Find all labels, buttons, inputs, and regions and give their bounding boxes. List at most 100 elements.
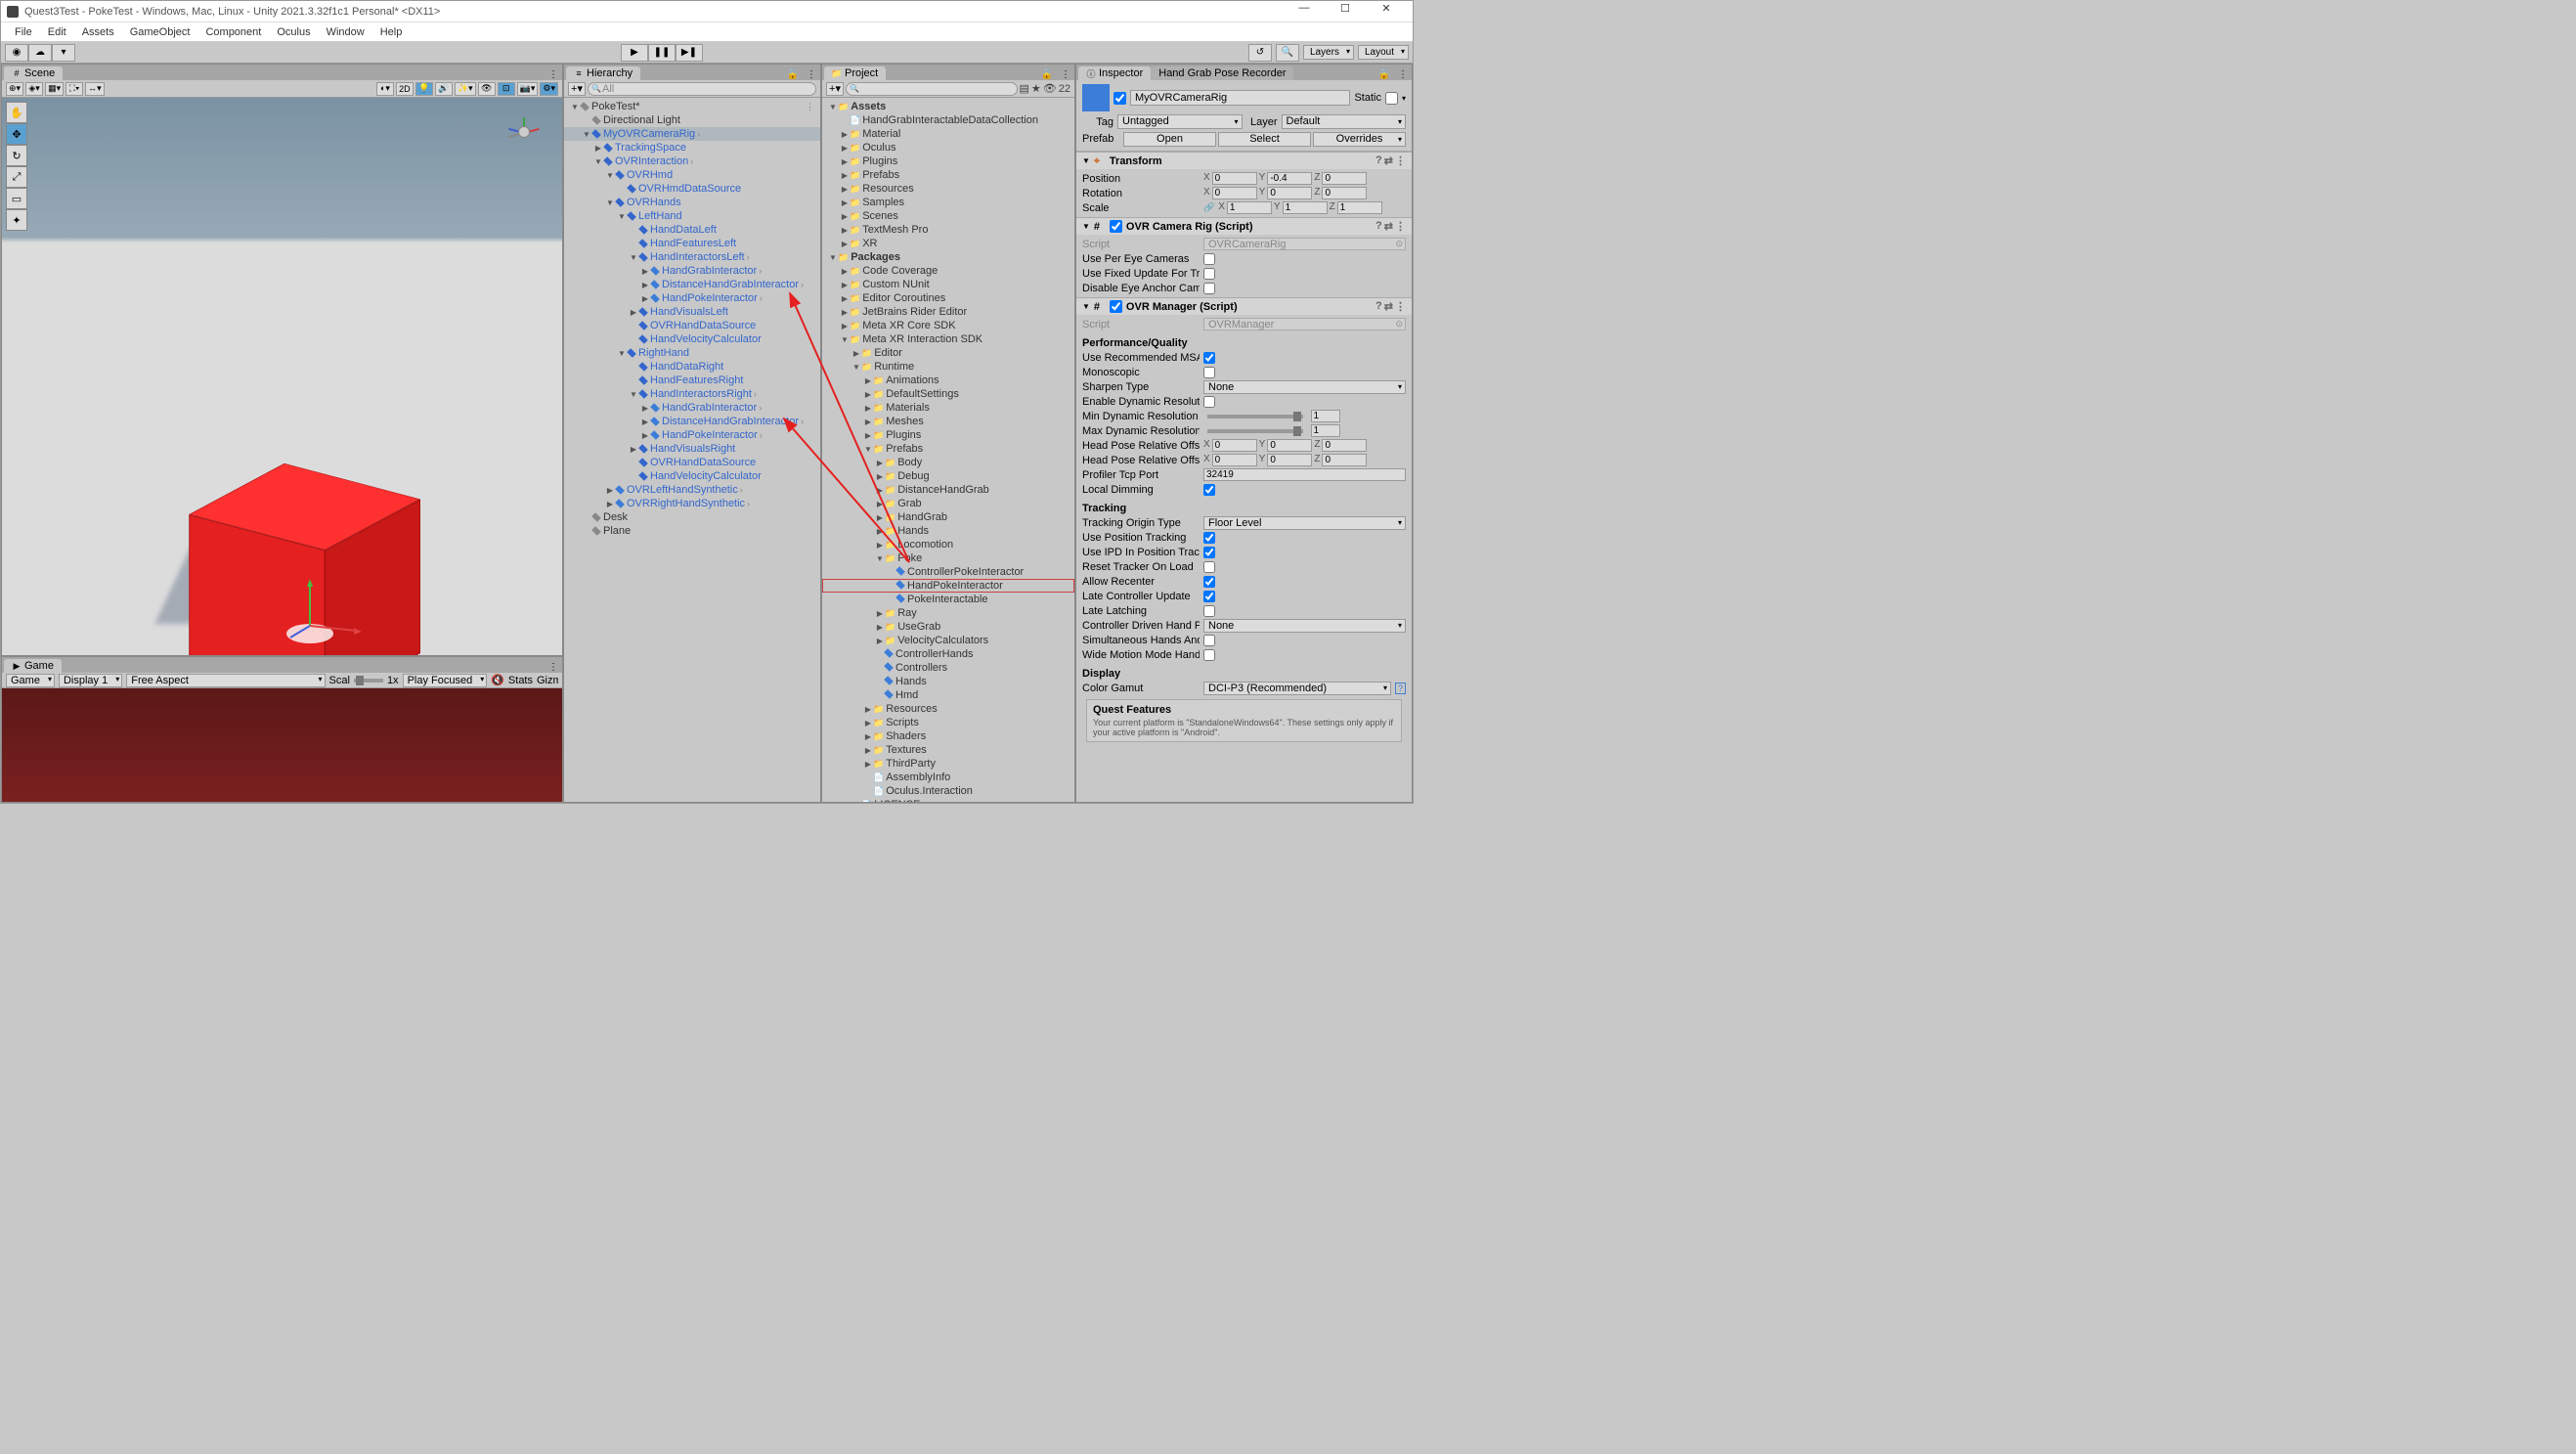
hidden-toggle[interactable]: 👁 (478, 82, 496, 96)
favorites-icon[interactable]: ★ (1031, 82, 1041, 95)
hierarchy-item[interactable]: ▼OVRHands (564, 196, 820, 209)
project-item[interactable]: Hmd (822, 688, 1074, 702)
late-latch-checkbox[interactable] (1203, 605, 1215, 617)
hierarchy-item[interactable]: HandVelocityCalculator (564, 332, 820, 346)
fold-arrow[interactable]: ▶ (863, 376, 873, 385)
menu-component[interactable]: Component (197, 26, 269, 38)
fold-arrow[interactable]: ▼ (629, 390, 638, 399)
fold-arrow[interactable]: ▶ (840, 240, 850, 248)
max-dyn-input[interactable] (1311, 424, 1340, 437)
hierarchy-item[interactable]: ▼OVRInteraction› (564, 154, 820, 168)
menu-icon[interactable]: ⋮ (1395, 300, 1406, 313)
hierarchy-item[interactable]: ▶OVRRightHandSynthetic› (564, 497, 820, 510)
pos-z[interactable] (1322, 172, 1367, 185)
fold-arrow[interactable]: ▶ (840, 198, 850, 207)
hierarchy-item[interactable]: HandDataRight (564, 360, 820, 374)
fold-arrow[interactable]: ▶ (593, 144, 603, 153)
reset-checkbox[interactable] (1203, 561, 1215, 573)
stats-button[interactable]: Stats (508, 675, 533, 686)
lighting-toggle[interactable]: 💡 (415, 82, 433, 96)
pos-y[interactable] (1267, 172, 1312, 185)
hierarchy-item[interactable]: Desk (564, 510, 820, 524)
project-item[interactable]: ▶Debug (822, 469, 1074, 483)
transform-header[interactable]: ▼⌖ Transform ?⇄⋮ (1076, 153, 1412, 169)
panel-lock-icon[interactable]: 🔒 (1037, 69, 1057, 80)
project-item[interactable]: ▼Runtime (822, 360, 1074, 374)
menu-gameobject[interactable]: GameObject (122, 26, 198, 38)
account-button[interactable]: ◉ (5, 44, 28, 62)
move-tool[interactable]: ✥ (6, 123, 27, 145)
hierarchy-item[interactable]: ▶OVRLeftHandSynthetic› (564, 483, 820, 497)
active-checkbox[interactable] (1113, 92, 1126, 105)
fold-arrow[interactable]: ▼ (863, 445, 873, 454)
fold-arrow[interactable]: ▶ (640, 431, 650, 440)
project-item[interactable]: ▶Scenes (822, 209, 1074, 223)
hierarchy-item[interactable]: Plane (564, 524, 820, 538)
panel-menu-icon[interactable]: ⋮ (1057, 69, 1074, 80)
project-item[interactable]: ▶Animations (822, 374, 1074, 387)
fold-arrow[interactable]: ▼ (582, 130, 591, 139)
project-item[interactable]: ▶JetBrains Rider Editor (822, 305, 1074, 319)
pivot-button[interactable]: ⊕▾ (6, 82, 23, 96)
hierarchy-item[interactable]: ▼OVRHmd (564, 168, 820, 182)
project-item[interactable]: ▶Resources (822, 702, 1074, 716)
help-icon[interactable]: ? (1375, 154, 1382, 167)
game-tab[interactable]: ▶Game (4, 659, 62, 673)
project-item[interactable]: ▶Code Coverage (822, 264, 1074, 278)
panel-menu-icon[interactable]: ⋮ (545, 662, 562, 673)
scene-tab[interactable]: #Scene (4, 66, 63, 80)
hierarchy-tab[interactable]: ≡Hierarchy (566, 66, 640, 80)
info-icon[interactable]: ? (1395, 683, 1406, 694)
fold-arrow[interactable]: ▶ (840, 267, 850, 276)
fold-arrow[interactable]: ▶ (640, 267, 650, 276)
disable-eye-checkbox[interactable] (1203, 283, 1215, 294)
project-search[interactable] (846, 82, 1018, 96)
fold-arrow[interactable]: ▶ (863, 732, 873, 741)
project-item[interactable]: ▶VelocityCalculators (822, 634, 1074, 647)
fold-arrow[interactable]: ▼ (875, 554, 885, 563)
scl-z[interactable] (1337, 201, 1382, 214)
fold-arrow[interactable]: ▶ (640, 281, 650, 289)
prefab-open-button[interactable]: Open (1123, 132, 1216, 147)
pos-track-checkbox[interactable] (1203, 532, 1215, 544)
orientation-gizmo[interactable] (503, 111, 545, 153)
project-item[interactable]: ▶Body (822, 456, 1074, 469)
hierarchy-item[interactable]: ▶HandGrabInteractor› (564, 401, 820, 415)
project-item[interactable]: Oculus.Interaction (822, 784, 1074, 798)
play-focused-select[interactable]: Play Focused (403, 674, 488, 687)
msaa-checkbox[interactable] (1203, 352, 1215, 364)
fold-arrow[interactable]: ▶ (875, 513, 885, 522)
fx-toggle[interactable]: ✨▾ (455, 82, 476, 96)
project-item[interactable]: ▼Prefabs (822, 442, 1074, 456)
layout-dropdown[interactable]: Layout (1358, 45, 1409, 60)
monoscopic-checkbox[interactable] (1203, 367, 1215, 378)
menu-help[interactable]: Help (372, 26, 411, 38)
audio-toggle[interactable]: 🔊 (435, 82, 453, 96)
gameobject-icon[interactable] (1082, 84, 1110, 111)
project-item[interactable]: ▶Locomotion (822, 538, 1074, 551)
late-ctrl-checkbox[interactable] (1203, 591, 1215, 602)
project-item[interactable]: ▼Packages (822, 250, 1074, 264)
create-button[interactable]: +▾ (826, 82, 844, 96)
panel-menu-icon[interactable]: ⋮ (545, 69, 562, 80)
snap-button[interactable]: ⛶▾ (65, 82, 83, 96)
hierarchy-item[interactable]: ▶TrackingSpace (564, 141, 820, 154)
fold-arrow[interactable]: ▶ (875, 472, 885, 481)
cloud-button[interactable]: ☁ (28, 44, 52, 62)
project-item[interactable]: ControllerPokeInteractor (822, 565, 1074, 579)
scl-y[interactable] (1283, 201, 1328, 214)
pos-x[interactable] (1212, 172, 1257, 185)
chevron-right-icon[interactable]: › (688, 156, 695, 166)
project-item[interactable]: ▶Resources (822, 182, 1074, 196)
project-item[interactable]: HandGrabInteractableDataCollection (822, 113, 1074, 127)
project-item[interactable]: ▶DefaultSettings (822, 387, 1074, 401)
origin-select[interactable]: Floor Level (1203, 516, 1406, 530)
fold-arrow[interactable]: ▶ (875, 609, 885, 618)
fold-arrow[interactable]: ▼ (570, 103, 580, 111)
fold-arrow[interactable]: ▶ (863, 719, 873, 727)
mute-icon[interactable]: 🔇 (491, 674, 504, 686)
hierarchy-item[interactable]: HandVelocityCalculator (564, 469, 820, 483)
move-gizmo[interactable] (285, 577, 364, 645)
per-eye-checkbox[interactable] (1203, 253, 1215, 265)
more-icon[interactable]: ⋮ (804, 102, 816, 112)
